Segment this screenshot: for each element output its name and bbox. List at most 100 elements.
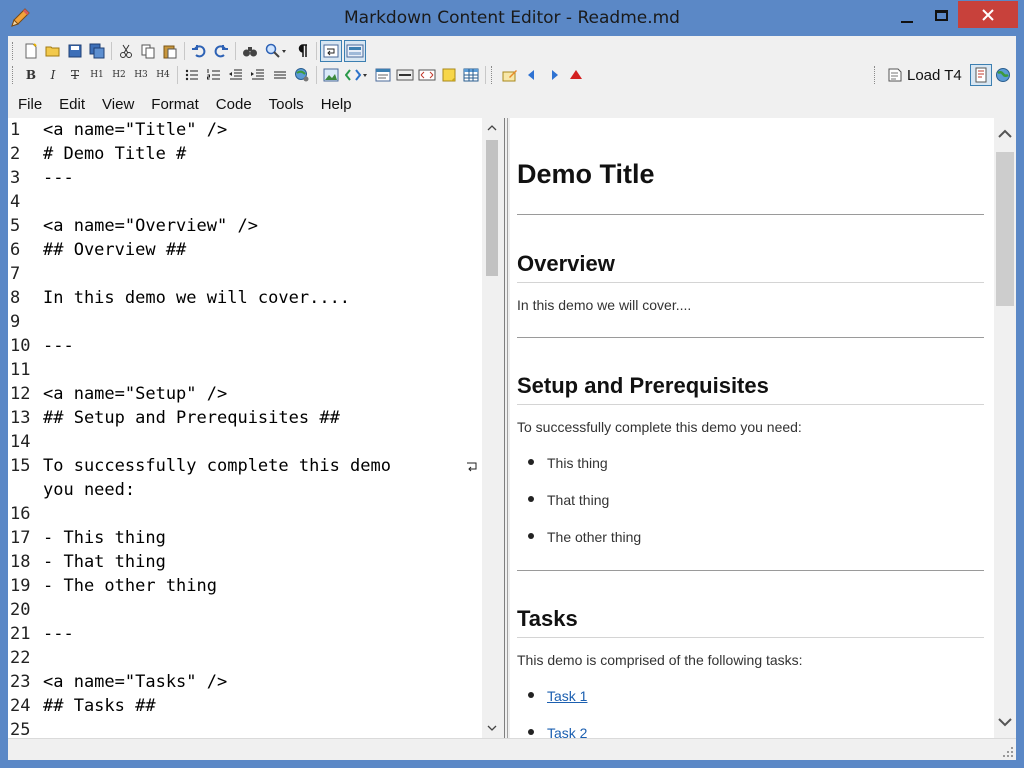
toolbar-grip[interactable]: [12, 66, 15, 84]
code-line[interactable]: <a name="Overview" />: [43, 214, 480, 238]
code-line[interactable]: ## Setup and Prerequisites ##: [43, 406, 480, 430]
task-link[interactable]: Task 2: [547, 725, 587, 738]
code-line[interactable]: ---: [43, 622, 480, 646]
find-button[interactable]: [239, 40, 261, 62]
code-line[interactable]: [43, 646, 480, 670]
code-line[interactable]: - That thing: [43, 550, 480, 574]
h4-button[interactable]: H4: [152, 64, 174, 86]
menu-edit[interactable]: Edit: [50, 96, 93, 113]
preview-toggle[interactable]: [969, 64, 992, 86]
italic-button[interactable]: I: [42, 64, 64, 86]
editor-scroll-thumb[interactable]: [486, 140, 498, 276]
h3-button[interactable]: H3: [130, 64, 152, 86]
insert-table-button[interactable]: [460, 64, 482, 86]
insert-text-button[interactable]: [394, 64, 416, 86]
menu-help[interactable]: Help: [312, 96, 360, 113]
bullet-list-button[interactable]: [181, 64, 203, 86]
minimize-button[interactable]: [890, 0, 924, 30]
scroll-up-button[interactable]: [482, 118, 502, 138]
code-line[interactable]: [43, 718, 480, 738]
up-button[interactable]: [565, 64, 587, 86]
h2-button[interactable]: H2: [108, 64, 130, 86]
redo-button[interactable]: [210, 40, 232, 62]
numbered-list-button[interactable]: [203, 64, 225, 86]
code-line[interactable]: [43, 190, 480, 214]
save-all-button[interactable]: [86, 40, 108, 62]
code-line[interactable]: ---: [43, 334, 480, 358]
load-t4-button[interactable]: Load T4: [882, 67, 966, 84]
code-line[interactable]: [43, 358, 480, 382]
preview-scrollbar[interactable]: [994, 118, 1016, 738]
paste-button[interactable]: [159, 40, 181, 62]
bullet-icon: [528, 729, 534, 735]
h1-button[interactable]: H1: [86, 64, 108, 86]
bold-button[interactable]: B: [20, 64, 42, 86]
preview-scroll-thumb[interactable]: [996, 152, 1014, 306]
cut-button[interactable]: [115, 40, 137, 62]
indent-button[interactable]: [247, 64, 269, 86]
editor-scrollbar[interactable]: [482, 118, 502, 738]
heading4-icon: H4: [156, 70, 170, 80]
code-line[interactable]: [43, 310, 480, 334]
table-icon: [463, 68, 479, 82]
title-bar[interactable]: Markdown Content Editor - Readme.md: [0, 0, 1024, 36]
paragraph-button[interactable]: [291, 40, 313, 62]
code-line[interactable]: ## Tasks ##: [43, 694, 480, 718]
code-dropdown[interactable]: [342, 64, 372, 86]
previous-button[interactable]: [521, 64, 543, 86]
copy-button[interactable]: [137, 40, 159, 62]
menu-tools[interactable]: Tools: [260, 96, 312, 113]
toolbar-grip[interactable]: [12, 42, 15, 60]
menu-file[interactable]: File: [8, 96, 50, 113]
insert-html-button[interactable]: [416, 64, 438, 86]
toolbar-grip[interactable]: [491, 66, 494, 84]
code-line[interactable]: # Demo Title #: [43, 142, 480, 166]
menu-code[interactable]: Code: [207, 96, 260, 113]
insert-block-button[interactable]: [372, 64, 394, 86]
preview-scroll-down-button[interactable]: [995, 712, 1015, 732]
code-line[interactable]: [43, 262, 480, 286]
preview-scroll-up-button[interactable]: [995, 124, 1015, 144]
insert-link-button[interactable]: [291, 64, 313, 86]
maximize-button[interactable]: [924, 0, 958, 30]
chevron-down-icon: [998, 718, 1012, 727]
menu-format[interactable]: Format: [142, 96, 207, 113]
code-line[interactable]: In this demo we will cover....: [43, 286, 480, 310]
line-number: 15: [10, 456, 31, 476]
code-line[interactable]: ---: [43, 166, 480, 190]
insert-image-button[interactable]: [320, 64, 342, 86]
close-button[interactable]: [958, 1, 1018, 28]
code-line[interactable]: To successfully complete this demo: [43, 454, 480, 478]
resize-grip-icon[interactable]: [1002, 746, 1014, 758]
code-line[interactable]: - The other thing: [43, 574, 480, 598]
code-line[interactable]: [43, 430, 480, 454]
horizontal-rule-button[interactable]: [269, 64, 291, 86]
code-line[interactable]: <a name="Title" />: [43, 118, 480, 142]
next-button[interactable]: [543, 64, 565, 86]
code-line[interactable]: ## Overview ##: [43, 238, 480, 262]
code-area[interactable]: <a name="Title" /> # Demo Title # --- <a na…: [43, 118, 480, 738]
toolbar-grip[interactable]: [874, 66, 877, 84]
markdown-editor[interactable]: 1 2 3 4 5 6 7 8 9 10 11 12 13 14 15 16 17 18 19 20 21 22 23 24 2…: [8, 118, 504, 738]
code-line[interactable]: - This thing: [43, 526, 480, 550]
word-wrap-toggle[interactable]: [320, 40, 342, 62]
menu-view[interactable]: View: [93, 96, 142, 113]
save-button[interactable]: [64, 40, 86, 62]
new-file-button[interactable]: [20, 40, 42, 62]
insert-note-button[interactable]: [438, 64, 460, 86]
outdent-button[interactable]: [225, 64, 247, 86]
code-line[interactable]: <a name="Tasks" />: [43, 670, 480, 694]
open-button[interactable]: [42, 40, 64, 62]
scroll-down-button[interactable]: [482, 718, 502, 738]
code-line[interactable]: [43, 598, 480, 622]
undo-button[interactable]: [188, 40, 210, 62]
code-line[interactable]: you need:: [43, 478, 480, 502]
browser-preview-button[interactable]: [992, 64, 1014, 86]
edit-note-button[interactable]: [499, 64, 521, 86]
html-view-toggle[interactable]: [344, 40, 366, 62]
zoom-dropdown[interactable]: [261, 40, 291, 62]
code-line[interactable]: <a name="Setup" />: [43, 382, 480, 406]
task-link[interactable]: Task 1: [547, 688, 587, 704]
code-line[interactable]: [43, 502, 480, 526]
strikethrough-button[interactable]: T: [64, 64, 86, 86]
